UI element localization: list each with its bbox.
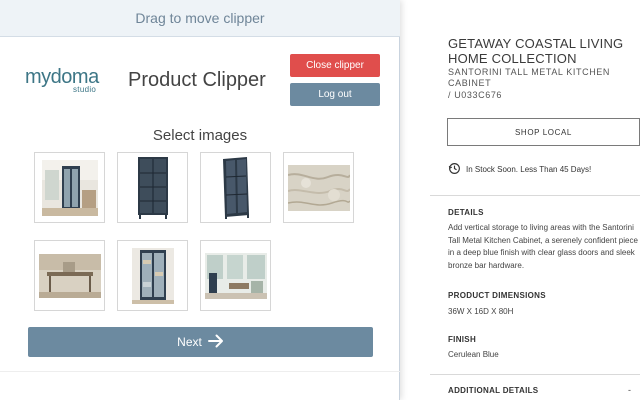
stock-status-text: In Stock Soon. Less Than 45 Days! <box>466 165 592 174</box>
next-button[interactable]: Next <box>28 327 373 357</box>
cabinet-styled-image <box>131 247 174 304</box>
additional-details-title[interactable]: ADDITIONAL DETAILS <box>448 386 538 395</box>
page: GETAWAY COASTAL LIVING HOME COLLECTION S… <box>0 0 640 400</box>
console-table-room-image <box>38 253 101 298</box>
image-thumbnail[interactable] <box>200 240 271 311</box>
close-clipper-button[interactable]: Close clipper <box>290 54 380 77</box>
arrow-right-icon <box>207 334 224 351</box>
product-clipper-panel: Drag to move clipper mydoma studio Produ… <box>0 0 400 400</box>
log-out-button[interactable]: Log out <box>290 83 380 106</box>
finish-title: FINISH <box>448 335 477 344</box>
divider <box>430 374 640 375</box>
stock-status: In Stock Soon. Less Than 45 Days! <box>448 162 591 177</box>
clipper-title: Product Clipper <box>128 69 266 91</box>
details-title: DETAILS <box>448 208 484 217</box>
cabinet-front-image <box>137 156 168 219</box>
divider <box>0 371 400 372</box>
image-thumbnail[interactable] <box>117 240 188 311</box>
cabinet-angle-image <box>222 156 249 219</box>
mydoma-logo: mydoma studio <box>25 66 105 96</box>
clock-refresh-icon <box>448 162 461 177</box>
sunroom-interior-image <box>204 252 267 299</box>
divider <box>430 195 640 196</box>
product-sku: / U033C676 <box>448 90 503 100</box>
details-text: Add vertical storage to living areas wit… <box>448 223 638 270</box>
next-button-label: Next <box>177 335 202 349</box>
image-thumbnail[interactable] <box>117 152 188 223</box>
marble-texture-image <box>287 164 350 211</box>
collapse-toggle[interactable]: - <box>628 385 631 395</box>
logo-sub: studio <box>73 85 97 94</box>
collection-title: GETAWAY COASTAL LIVING HOME COLLECTION <box>448 36 624 66</box>
drag-handle[interactable]: Drag to move clipper <box>0 0 400 37</box>
shop-local-button[interactable]: SHOP LOCAL <box>447 118 640 146</box>
image-thumbnail[interactable] <box>200 152 271 223</box>
image-thumbnail[interactable] <box>34 240 105 311</box>
image-thumbnail[interactable] <box>283 152 354 223</box>
product-name: SANTORINI TALL METAL KITCHEN CABINET <box>448 67 610 88</box>
dimensions-title: PRODUCT DIMENSIONS <box>448 291 546 300</box>
select-images-label: Select images <box>152 127 248 144</box>
finish-value: Cerulean Blue <box>448 350 499 359</box>
dimensions-value: 36W X 16D X 80H <box>448 307 514 316</box>
image-thumbnail[interactable] <box>34 152 105 223</box>
cabinet-in-living-room-image <box>41 159 98 216</box>
